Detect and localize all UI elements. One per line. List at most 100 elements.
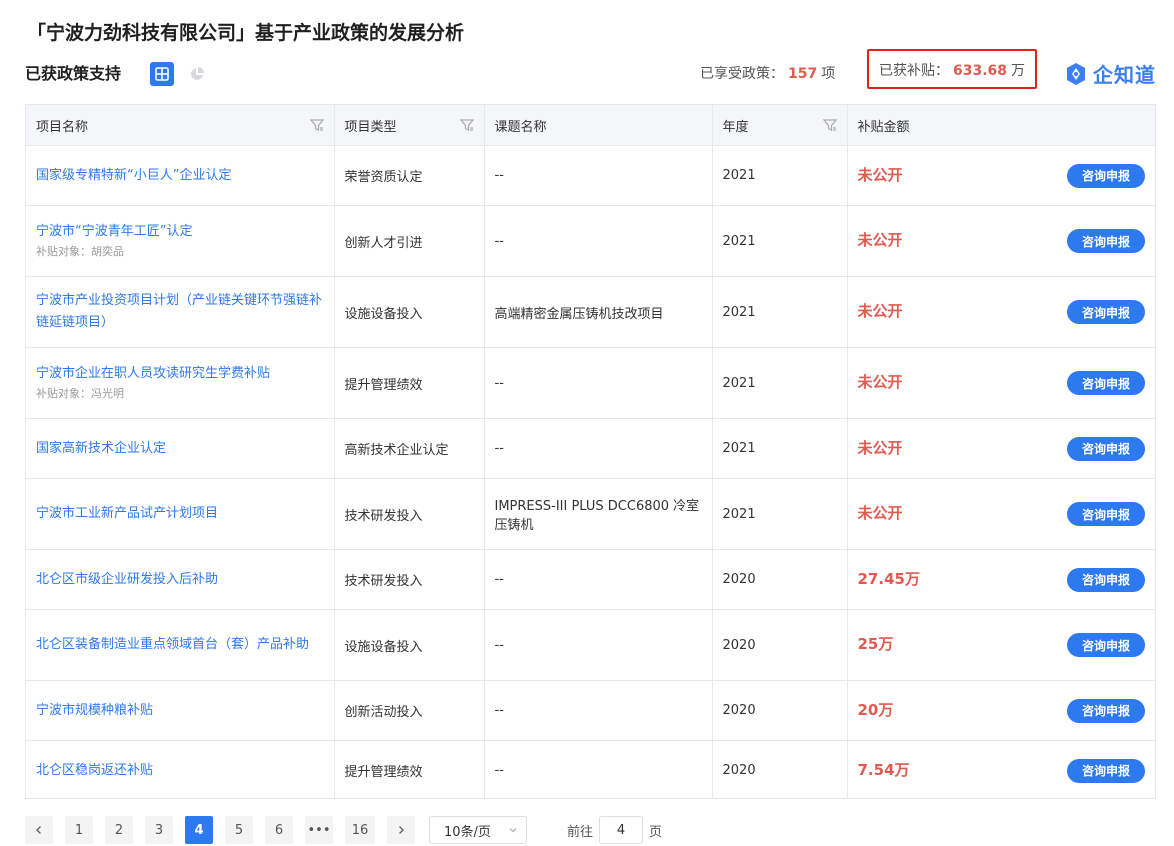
project-name-link[interactable]: 国家级专精特新“小巨人”企业认定	[36, 165, 324, 187]
project-topic: IMPRESS-III PLUS DCC6800 冷室压铸机	[484, 478, 713, 550]
consult-apply-button[interactable]: 咨询申报	[1066, 567, 1145, 592]
page-button-6[interactable]: 6	[265, 816, 293, 844]
project-year: 2021	[712, 347, 848, 419]
project-year: 2020	[712, 680, 848, 741]
project-year: 2021	[712, 418, 848, 479]
subsidy-amount-cell: 20万	[857, 700, 894, 719]
consult-apply-button[interactable]: 咨询申报	[1066, 163, 1145, 188]
table-row: 国家高新技术企业认定 高新技术企业认定 -- 2021 未公开 咨询申报	[26, 418, 1155, 479]
project-year: 2021	[712, 478, 848, 550]
table-row: 宁波市“宁波青年工匠”认定 补贴对象：胡奕品 创新人才引进 -- 2021 未公开…	[26, 205, 1155, 277]
page-button-3[interactable]: 3	[145, 816, 173, 844]
subsidy-label: 已获补贴：	[879, 63, 949, 79]
table-row: 北仑区稳岗返还补贴 提升管理绩效 -- 2020 7.54万 咨询申报	[26, 740, 1155, 798]
table-view-button[interactable]	[150, 62, 174, 86]
column-header-type: 项目类型	[334, 105, 485, 146]
project-topic: --	[484, 740, 713, 798]
next-page-button[interactable]	[387, 816, 415, 844]
goto-prefix: 前往	[567, 824, 594, 840]
pagination: 1 2 3 4 5 6 ••• 16 10条/页 前往 页	[25, 815, 662, 845]
consult-apply-button[interactable]: 咨询申报	[1066, 633, 1145, 657]
subsidy-amount-cell: 未公开	[857, 302, 903, 320]
project-name-link[interactable]: 北仑区市级企业研发投入后补助	[36, 569, 324, 591]
table-row: 宁波市规模种粮补贴 创新活动投入 -- 2020 20万 咨询申报	[26, 680, 1155, 741]
project-name-link[interactable]: 宁波市“宁波青年工匠”认定	[36, 221, 324, 243]
subsidy-amount-cell: 7.54万	[857, 760, 910, 779]
project-type: 创新活动投入	[334, 680, 485, 741]
consult-apply-button[interactable]: 咨询申报	[1066, 229, 1145, 253]
table-icon	[155, 67, 169, 81]
summary-bar: 已获政策支持 已享受政策： 157 项 已获补贴： 633.68 万 企知道	[25, 49, 1160, 89]
subsidy-amount-cell: 未公开	[857, 504, 903, 522]
page-jump: 前往 页	[567, 816, 662, 844]
prev-page-button[interactable]	[25, 816, 53, 844]
subsidy-amount-cell: 未公开	[857, 165, 903, 184]
consult-apply-button[interactable]: 咨询申报	[1066, 436, 1145, 461]
policies-label: 已享受政策：	[700, 66, 784, 82]
project-year: 2021	[712, 205, 848, 277]
project-topic: --	[484, 680, 713, 741]
project-topic: --	[484, 549, 713, 610]
chevron-down-icon	[509, 828, 517, 833]
project-type: 创新人才引进	[334, 205, 485, 277]
page-button-16[interactable]: 16	[345, 816, 375, 844]
project-type: 技术研发投入	[334, 478, 485, 550]
table-row: 北仑区装备制造业重点领域首台（套）产品补助 设施设备投入 -- 2020 25万…	[26, 609, 1155, 681]
subsidy-unit: 万	[1011, 63, 1026, 79]
project-name-link[interactable]: 宁波市规模种粮补贴	[36, 700, 324, 722]
page-title: 「宁波力劲科技有限公司」基于产业政策的发展分析	[27, 22, 465, 44]
project-topic: --	[484, 609, 713, 681]
goto-page-input[interactable]	[599, 816, 644, 844]
subsidy-amount-cell: 25万	[857, 635, 894, 653]
subsidy-amount-cell: 未公开	[857, 231, 903, 249]
table-row: 国家级专精特新“小巨人”企业认定 荣誉资质认定 -- 2021 未公开 咨询申报	[26, 145, 1155, 206]
page-button-1[interactable]: 1	[65, 816, 93, 844]
project-year: 2021	[712, 276, 848, 348]
consult-apply-button[interactable]: 咨询申报	[1066, 300, 1145, 324]
page-size-value: 10条/页	[444, 824, 491, 840]
filter-icon[interactable]	[459, 118, 474, 132]
subsidy-amount-cell: 未公开	[857, 438, 903, 457]
table-row: 宁波市产业投资项目计划（产业链关键环节强链补链延链项目） 设施设备投入 高端精密…	[26, 276, 1155, 348]
project-name-link[interactable]: 北仑区稳岗返还补贴	[36, 760, 324, 782]
project-topic: --	[484, 418, 713, 479]
subsidy-target: 补贴对象：胡奕品	[36, 245, 124, 258]
page-button-5[interactable]: 5	[225, 816, 253, 844]
page-button-4-current[interactable]: 4	[185, 816, 213, 844]
project-name-link[interactable]: 宁波市产业投资项目计划（产业链关键环节强链补链延链项目）	[36, 290, 324, 334]
project-type: 技术研发投入	[334, 549, 485, 610]
project-name-link[interactable]: 宁波市工业新产品试产计划项目	[36, 503, 324, 525]
project-year: 2020	[712, 609, 848, 681]
consult-apply-button[interactable]: 咨询申报	[1066, 502, 1145, 526]
table-row: 北仑区市级企业研发投入后补助 技术研发投入 -- 2020 27.45万 咨询申报	[26, 549, 1155, 610]
project-name-link[interactable]: 宁波市企业在职人员攻读研究生学费补贴	[36, 363, 324, 385]
project-name-link[interactable]: 北仑区装备制造业重点领域首台（套）产品补助	[36, 634, 324, 656]
brand-logo-icon	[1067, 62, 1085, 85]
page-size-select[interactable]: 10条/页	[429, 816, 527, 844]
goto-suffix: 页	[649, 824, 663, 840]
project-type: 提升管理绩效	[334, 740, 485, 798]
table-row: 宁波市工业新产品试产计划项目 技术研发投入 IMPRESS-III PLUS D…	[26, 478, 1155, 550]
project-type: 设施设备投入	[334, 609, 485, 681]
consult-apply-button[interactable]: 咨询申报	[1066, 698, 1145, 723]
filter-icon[interactable]	[309, 118, 324, 132]
project-name-link[interactable]: 国家高新技术企业认定	[36, 438, 324, 460]
policies-count: 157	[788, 66, 818, 82]
column-header-name: 项目名称	[26, 105, 335, 146]
project-type: 高新技术企业认定	[334, 418, 485, 479]
consult-apply-button[interactable]: 咨询申报	[1066, 371, 1145, 395]
page-button-2[interactable]: 2	[105, 816, 133, 844]
consult-apply-button[interactable]: 咨询申报	[1066, 758, 1145, 783]
pie-view-button[interactable]	[185, 62, 209, 86]
pie-chart-icon	[191, 67, 204, 80]
column-header-amount: 补贴金额	[847, 105, 1155, 146]
filter-icon[interactable]	[822, 118, 837, 132]
table-header-row: 项目名称 项目类型 课题名称 年度 补贴金额	[26, 105, 1155, 146]
table-row: 宁波市企业在职人员攻读研究生学费补贴 补贴对象：冯光明 提升管理绩效 -- 202…	[26, 347, 1155, 419]
chevron-right-icon	[399, 826, 404, 834]
more-pages-ellipsis[interactable]: •••	[305, 816, 333, 844]
subsidy-amount: 633.68	[953, 63, 1008, 79]
subsidy-target: 补贴对象：冯光明	[36, 387, 124, 400]
project-year: 2021	[712, 145, 848, 206]
project-topic: --	[484, 347, 713, 419]
